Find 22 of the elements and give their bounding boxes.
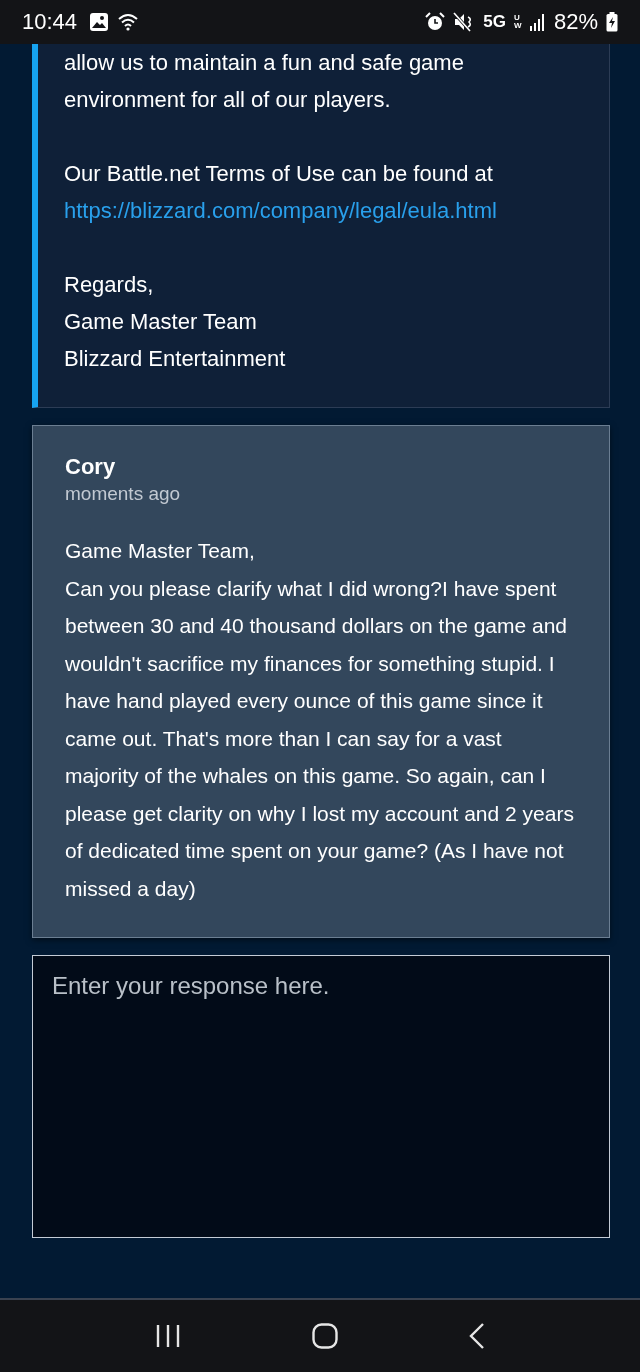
alarm-icon: [425, 12, 446, 32]
signature-line: Game Master Team: [64, 308, 258, 336]
home-icon[interactable]: [312, 1323, 338, 1349]
signature-line: Blizzard Entertainment: [64, 345, 287, 373]
battery-percent: 82%: [553, 9, 598, 35]
author-name: Cory: [65, 453, 117, 481]
message-text: Our Battle.net Terms of Use can be found at: [64, 160, 494, 188]
terms-link[interactable]: https://blizzard.com/company/legal/eula.html: [64, 198, 497, 223]
back-icon[interactable]: [468, 1322, 485, 1350]
battery-charging-icon: [606, 12, 618, 32]
signature-line: Regards,: [64, 271, 155, 299]
response-field[interactable]: Enter your response here.: [32, 955, 610, 1238]
reply-text: Can you please clarify what I did wrong?I have spent between 30 and 40 thousand dollars on the game and wouldn't sacrifice my finances for something stupid. I have hand played every ounce of this game since it came out. That's more than I can say for a vast majority of the whales on this game. So again, can I please get clarity on why I lost my account and 2 years of dedicated time spent on your game? (As I have not missed a day): [65, 575, 575, 902]
message-paragraph: allow us to maintain a fun and safe game environment for all of our players.: [64, 49, 465, 114]
reply-greeting: Game Master Team,: [65, 538, 256, 564]
network-label: 5G: [483, 12, 506, 32]
timestamp: moments ago: [65, 482, 182, 506]
recent-apps-icon[interactable]: [155, 1323, 182, 1349]
signal-icon: [529, 13, 546, 31]
network-sublabel: UW: [513, 14, 522, 30]
clock: 10:44: [22, 9, 78, 35]
image-icon: [89, 12, 110, 32]
